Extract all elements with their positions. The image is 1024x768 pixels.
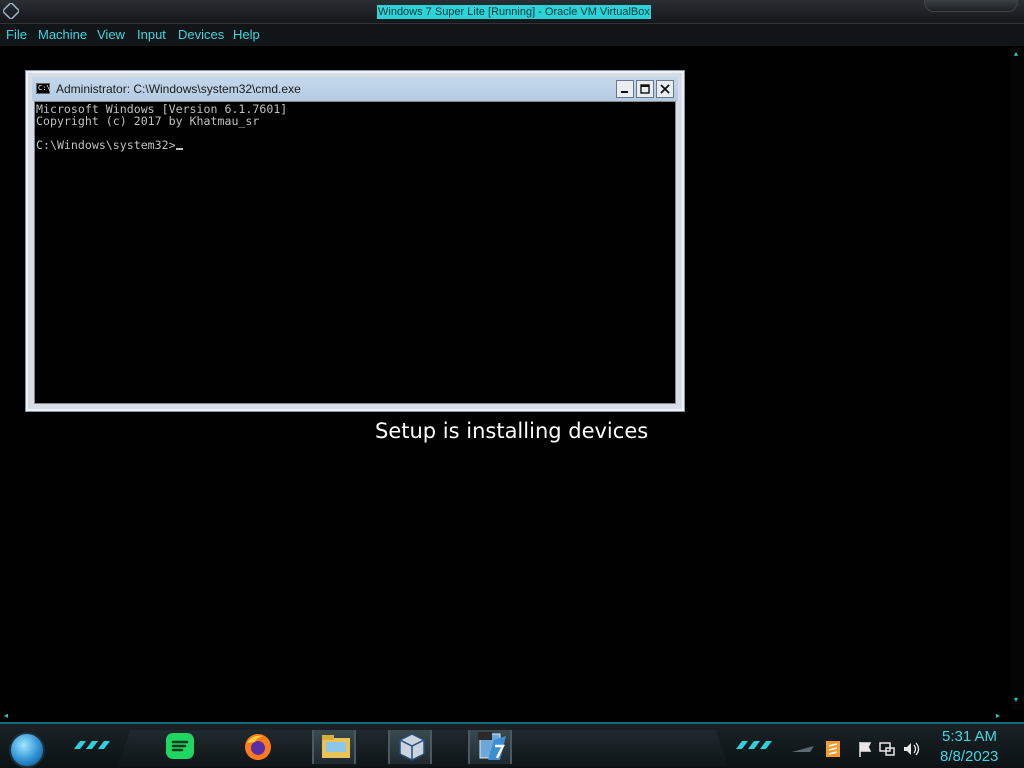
setup-status-text: Setup is installing devices <box>375 419 649 443</box>
window-controls[interactable] <box>924 0 1018 12</box>
minimize-icon <box>621 91 628 93</box>
text-cursor <box>175 148 183 150</box>
console-prompt-line[interactable]: C:\Windows\system32> <box>36 139 675 151</box>
menu-machine[interactable]: Machine <box>38 27 87 43</box>
console-prompt: C:\Windows\system32> <box>36 138 176 152</box>
scroll-right-icon[interactable]: ▸ <box>996 712 1000 720</box>
taskbar-vm-button[interactable] <box>468 730 512 764</box>
scroll-left-icon[interactable]: ◂ <box>4 712 8 720</box>
taskbar-spotify-button[interactable] <box>158 730 202 764</box>
start-button[interactable] <box>9 732 45 768</box>
expand-tray-icon <box>792 746 814 752</box>
virtualbox-title-bar: Windows 7 Super Lite [Running] - Oracle … <box>0 0 1024 24</box>
action-center-flag-icon <box>859 742 872 757</box>
taskbar-virtualbox-button[interactable] <box>388 730 432 764</box>
menu-help[interactable]: Help <box>233 27 260 43</box>
menu-file[interactable]: File <box>6 27 27 43</box>
console-output[interactable]: Microsoft Windows [Version 6.1.7601] Cop… <box>34 101 676 404</box>
sublime-text-icon <box>826 741 840 757</box>
taskbar: 5:31 AM 8/8/2023 <box>0 722 1024 768</box>
chevron-left-icon <box>74 741 110 749</box>
close-button[interactable] <box>656 80 674 98</box>
close-icon <box>660 84 670 94</box>
virtualbox-menu-bar: File Machine View Input Devices Help <box>0 24 1024 46</box>
cmd-window[interactable]: C:\ Administrator: C:\Windows\system32\c… <box>25 70 685 412</box>
windows7-64bit-icon <box>478 732 506 760</box>
screen: Windows 7 Super Lite [Running] - Oracle … <box>0 0 1024 768</box>
taskbar-explorer-button[interactable] <box>312 730 356 764</box>
maximize-button[interactable] <box>636 80 654 98</box>
minimize-button[interactable] <box>616 80 634 98</box>
cmd-icon[interactable]: C:\ <box>36 83 51 94</box>
console-line: Copyright (c) 2017 by Khatmau_sr <box>36 114 260 128</box>
network-icon <box>879 742 895 756</box>
cmd-window-title: Administrator: C:\Windows\system32\cmd.e… <box>56 82 301 96</box>
file-explorer-icon <box>322 735 350 758</box>
maximize-icon <box>640 84 650 94</box>
system-tray <box>792 741 920 757</box>
scroll-up-icon[interactable]: ▴ <box>1014 50 1018 58</box>
clock-time[interactable]: 5:31 AM <box>942 728 997 746</box>
taskbar-firefox-button[interactable] <box>236 730 280 764</box>
menu-input[interactable]: Input <box>137 27 166 43</box>
spotify-icon <box>166 733 194 759</box>
vertical-scrollbar[interactable]: ▴ ▾ <box>1011 46 1024 710</box>
menu-view[interactable]: View <box>97 27 125 43</box>
menu-devices[interactable]: Devices <box>178 27 224 43</box>
virtualbox-app-icon[interactable] <box>3 3 19 19</box>
scroll-down-icon[interactable]: ▾ <box>1014 696 1018 704</box>
firefox-icon <box>245 734 271 760</box>
clock-date[interactable]: 8/8/2023 <box>940 748 998 766</box>
volume-icon <box>904 742 920 756</box>
chevron-right-icon <box>736 741 772 749</box>
cmd-title-bar[interactable]: C:\ Administrator: C:\Windows\system32\c… <box>32 77 678 101</box>
virtualbox-icon <box>399 733 425 761</box>
virtualbox-window-title: Windows 7 Super Lite [Running] - Oracle … <box>377 5 651 19</box>
